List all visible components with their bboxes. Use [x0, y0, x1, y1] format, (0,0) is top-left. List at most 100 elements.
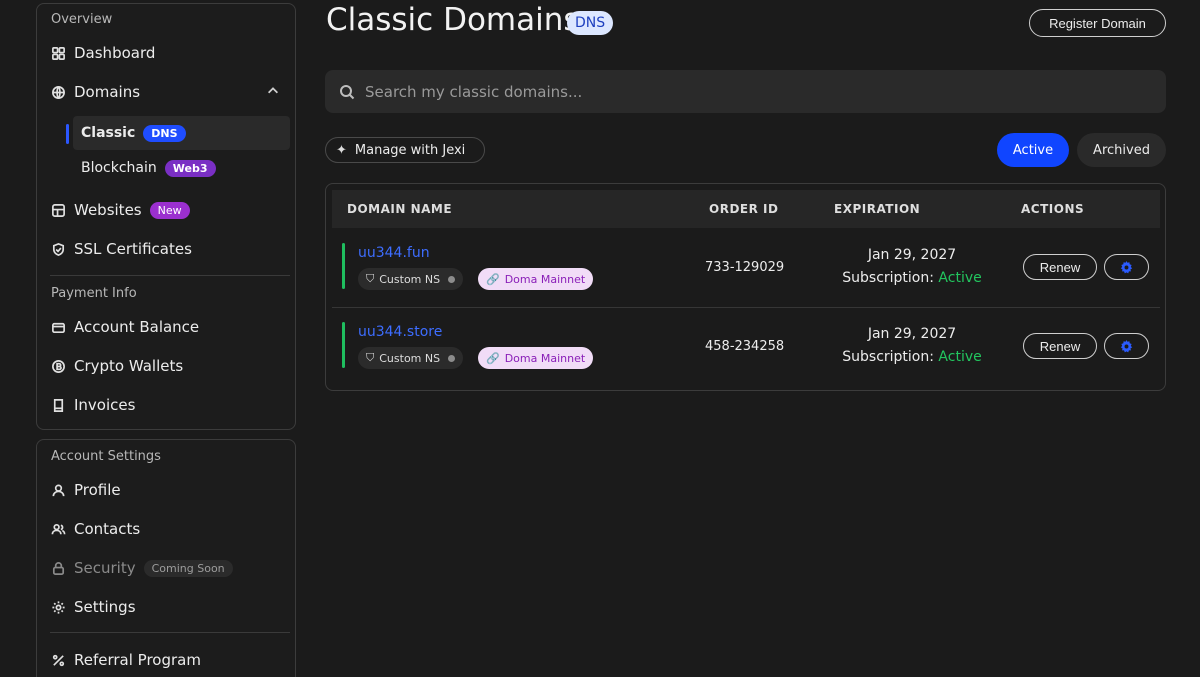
new-badge: New	[149, 201, 190, 219]
user-icon	[50, 482, 66, 498]
column-header-order-id: ORDER ID	[709, 202, 779, 216]
tab-active[interactable]: Active	[997, 133, 1069, 167]
order-id: 458-234258	[705, 339, 785, 354]
title-dns-badge: DNS	[567, 11, 614, 35]
sidebar-item-security: Security Coming Soon	[50, 556, 290, 580]
domain-name-link[interactable]: uu344.fun	[358, 245, 430, 261]
sidebar-item-label: Blockchain	[81, 160, 157, 176]
section-label-account-settings: Account Settings	[51, 449, 161, 464]
status-indicator-bar	[342, 322, 345, 368]
register-domain-button[interactable]: Register Domain	[1029, 9, 1166, 37]
expiration-date: Jan 29, 2027	[867, 326, 957, 342]
dns-badge: DNS	[143, 124, 186, 142]
tab-archived[interactable]: Archived	[1077, 133, 1166, 167]
info-icon	[448, 354, 456, 362]
doma-mainnet-tag: 🔗 Doma Mainnet	[478, 347, 594, 369]
bookmark-icon	[50, 397, 66, 413]
renew-button[interactable]: Renew	[1023, 333, 1097, 359]
expiration-cell: Jan 29, 2027 Subscription: Active	[832, 244, 992, 290]
custom-ns-tag[interactable]: ⛉ Custom NS	[358, 268, 464, 290]
sidebar-item-label: Settings	[74, 598, 136, 616]
sidebar-item-websites[interactable]: Websites New	[50, 198, 290, 222]
sidebar-item-label: Referral Program	[74, 651, 201, 669]
shield-icon: ⛉	[366, 272, 375, 285]
domains-table: DOMAIN NAME ORDER ID EXPIRATION ACTIONS …	[325, 183, 1166, 391]
table-row: uu344.fun ⛉ Custom NS 🔗 Doma Mainnet 733…	[332, 229, 1160, 307]
doma-mainnet-label: Doma Mainnet	[504, 351, 586, 365]
sidebar-item-label: Security	[74, 559, 136, 577]
search-input[interactable]	[365, 82, 1125, 101]
gear-icon	[1120, 260, 1133, 273]
sparkle-icon: ✦	[336, 142, 347, 158]
sidebar-subitem-blockchain[interactable]: Blockchain Web3	[73, 151, 290, 185]
sidebar-item-label: Domains	[74, 83, 141, 101]
coming-soon-badge: Coming Soon	[143, 559, 233, 577]
gear-icon	[50, 599, 66, 615]
chevron-up-icon[interactable]	[266, 84, 280, 102]
credit-card-icon	[50, 319, 66, 335]
expiration-date: Jan 29, 2027	[867, 247, 957, 263]
doma-mainnet-label: Doma Mainnet	[504, 272, 586, 286]
custom-ns-label: Custom NS	[379, 272, 441, 286]
table-header: DOMAIN NAME ORDER ID EXPIRATION ACTIONS	[332, 190, 1160, 228]
search-bar[interactable]	[325, 70, 1166, 113]
bitcoin-icon	[50, 358, 66, 374]
link-icon: 🔗	[486, 351, 500, 365]
sidebar-item-dashboard[interactable]: Dashboard	[50, 41, 290, 65]
sidebar-item-settings[interactable]: Settings	[50, 595, 290, 619]
subscription-status: Subscription: Active	[832, 346, 992, 369]
sidebar-settings-panel: Account Settings Profile Contacts Securi…	[36, 439, 296, 677]
sidebar-item-label: Profile	[74, 481, 121, 499]
domain-name-link[interactable]: uu344.store	[358, 324, 442, 340]
status-active: Active	[938, 349, 982, 365]
sidebar-subitem-classic[interactable]: Classic DNS	[73, 116, 290, 150]
custom-ns-tag[interactable]: ⛉ Custom NS	[358, 347, 464, 369]
subscription-label: Subscription:	[842, 349, 934, 365]
sidebar-item-referral[interactable]: Referral Program	[50, 648, 290, 672]
sidebar-item-invoices[interactable]: Invoices	[50, 393, 290, 417]
sidebar-item-label: Invoices	[74, 396, 136, 414]
shield-icon: ⛉	[366, 351, 375, 364]
manage-with-jexi-button[interactable]: ✦ Manage with Jexi	[325, 137, 485, 163]
renew-button[interactable]: Renew	[1023, 254, 1097, 280]
sidebar-item-crypto-wallets[interactable]: Crypto Wallets	[50, 354, 290, 378]
status-indicator-bar	[342, 243, 345, 289]
gear-icon	[1120, 339, 1133, 352]
lock-icon	[50, 560, 66, 576]
column-header-expiration: EXPIRATION	[834, 202, 921, 216]
doma-mainnet-tag: 🔗 Doma Mainnet	[478, 268, 594, 290]
sidebar-item-profile[interactable]: Profile	[50, 478, 290, 502]
domain-settings-button[interactable]	[1104, 333, 1149, 359]
sidebar-item-contacts[interactable]: Contacts	[50, 517, 290, 541]
manage-with-jexi-label: Manage with Jexi	[354, 142, 466, 158]
sidebar-item-label: Account Balance	[74, 318, 200, 336]
sidebar-item-label: SSL Certificates	[74, 240, 192, 258]
subscription-label: Subscription:	[842, 270, 934, 286]
sidebar-item-label: Classic	[81, 125, 136, 141]
info-icon	[448, 275, 456, 283]
sidebar-item-label: Websites	[74, 201, 142, 219]
status-active: Active	[938, 270, 982, 286]
sidebar-item-label: Contacts	[74, 520, 141, 538]
sidebar-item-label: Crypto Wallets	[74, 357, 184, 375]
grid-icon	[50, 45, 66, 61]
section-label-overview: Overview	[51, 12, 113, 27]
order-id: 733-129029	[705, 260, 785, 275]
expiration-cell: Jan 29, 2027 Subscription: Active	[832, 323, 992, 369]
sidebar-item-ssl[interactable]: SSL Certificates	[50, 237, 290, 261]
percent-icon	[50, 652, 66, 668]
active-indicator	[66, 124, 69, 144]
link-icon: 🔗	[486, 272, 500, 286]
column-header-domain: DOMAIN NAME	[347, 202, 453, 216]
domain-settings-button[interactable]	[1104, 254, 1149, 280]
shield-check-icon	[50, 241, 66, 257]
table-row: uu344.store ⛉ Custom NS 🔗 Doma Mainnet 4…	[332, 308, 1160, 386]
custom-ns-label: Custom NS	[379, 351, 441, 365]
website-grid-icon	[50, 202, 66, 218]
section-label-payment: Payment Info	[51, 286, 137, 301]
sidebar-item-account-balance[interactable]: Account Balance	[50, 315, 290, 339]
sidebar-item-domains[interactable]: Domains	[50, 80, 290, 104]
sidebar-divider	[50, 632, 290, 633]
subscription-status: Subscription: Active	[832, 267, 992, 290]
web3-badge: Web3	[164, 159, 216, 177]
